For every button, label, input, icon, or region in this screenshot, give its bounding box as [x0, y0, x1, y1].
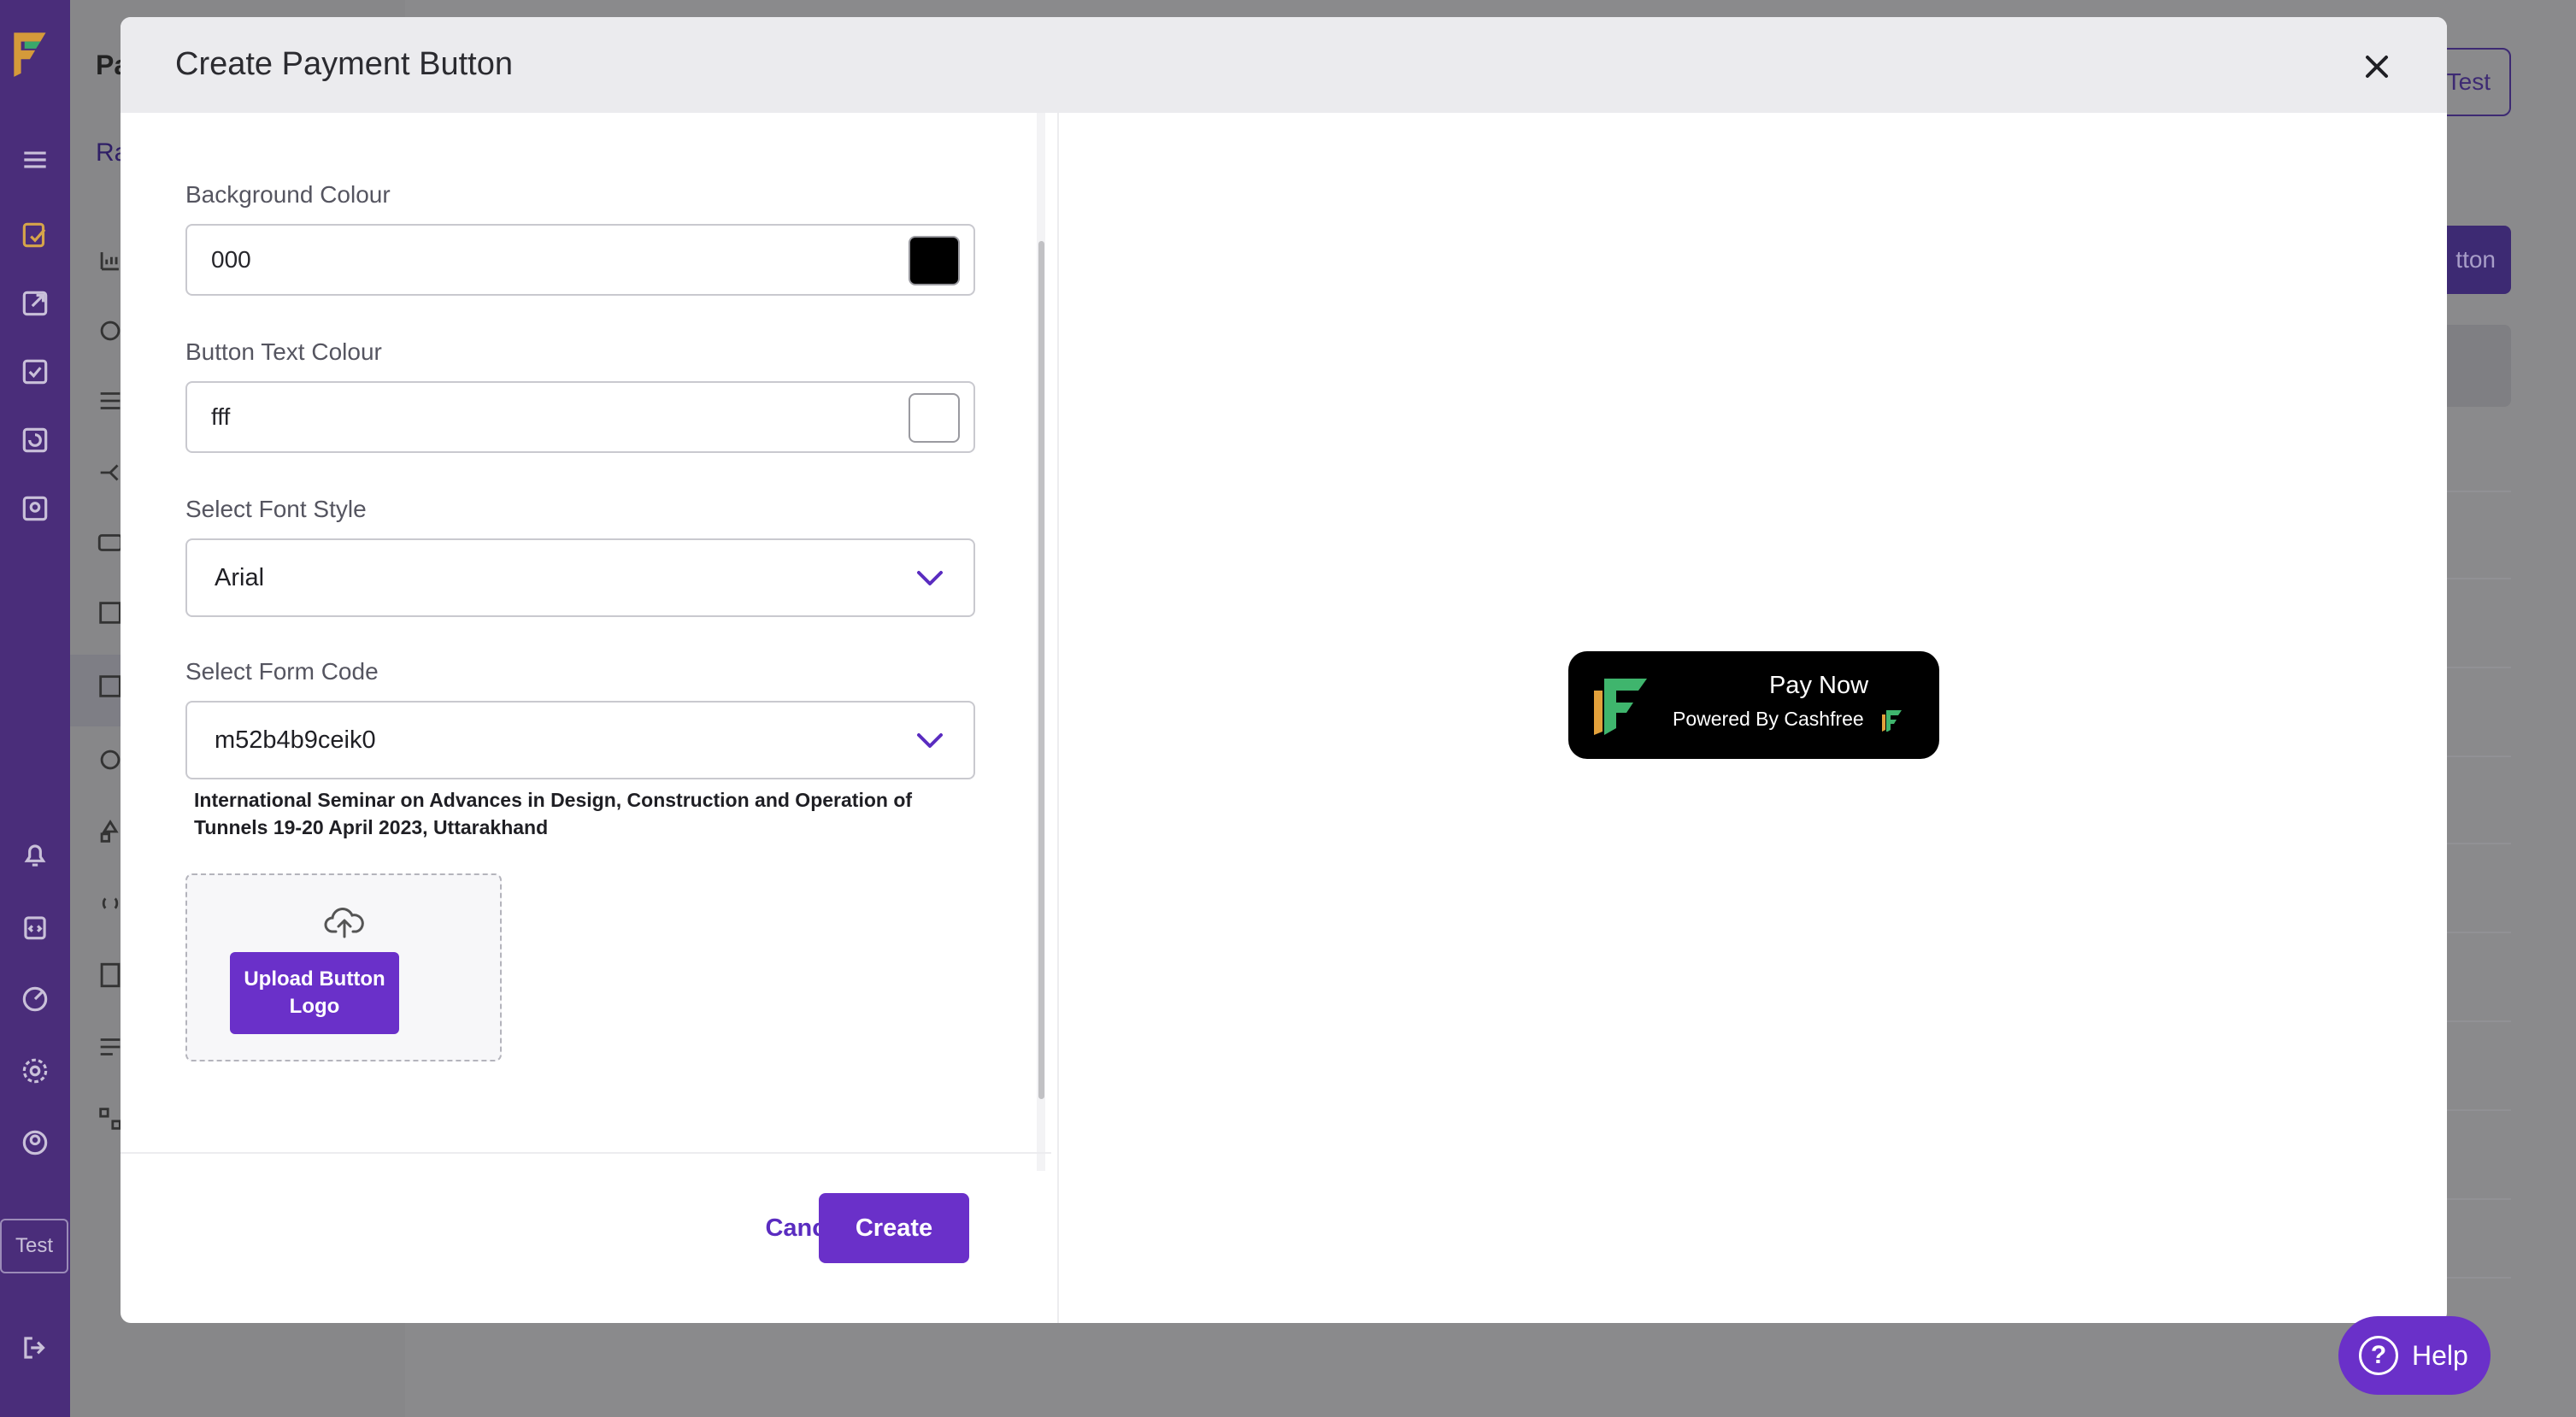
- help-button[interactable]: ? Help: [2338, 1316, 2491, 1395]
- logo-upload-zone[interactable]: Upload Button Logo: [185, 873, 502, 1061]
- background-colour-input[interactable]: 000: [185, 224, 975, 296]
- help-label: Help: [2412, 1339, 2468, 1371]
- font-style-select[interactable]: Arial: [185, 538, 975, 617]
- footer-divider: [121, 1152, 1051, 1154]
- payment-links-icon[interactable]: [17, 285, 53, 321]
- left-rail: Test: [0, 0, 70, 1417]
- font-style-value: Arial: [215, 564, 265, 591]
- form-code-label: Select Form Code: [185, 658, 379, 685]
- button-text-colour-value: fff: [211, 403, 231, 430]
- background-colour-swatch[interactable]: [909, 236, 960, 285]
- form-code-value: m52b4b9ceik0: [215, 726, 376, 754]
- close-icon: [2366, 56, 2388, 78]
- button-text-colour-label: Button Text Colour: [185, 338, 382, 365]
- pane-divider: [1057, 113, 1059, 1323]
- account-icon[interactable]: [17, 1125, 53, 1161]
- close-button[interactable]: [2358, 48, 2396, 85]
- bell-icon[interactable]: [17, 838, 53, 873]
- chevron-down-icon: [917, 571, 943, 585]
- form-code-description: International Seminar on Advances in Des…: [194, 789, 913, 838]
- form-code-select[interactable]: m52b4b9ceik0: [185, 701, 975, 779]
- font-style-label: Select Font Style: [185, 496, 367, 522]
- button-text-colour-swatch[interactable]: [909, 393, 960, 443]
- preview-subtitle: Powered By Cashfree: [1673, 708, 1864, 730]
- cashfree-mini-logo: [1882, 710, 1902, 732]
- form-scroll-area[interactable]: Background Colour 000 Button Text Colour…: [121, 113, 1051, 1171]
- analytics-icon[interactable]: [17, 981, 53, 1017]
- scrollbar-thumb[interactable]: [1038, 241, 1044, 1099]
- preview-title: Pay Now: [1768, 672, 1869, 699]
- test-mode-toggle[interactable]: Test: [0, 1219, 68, 1273]
- modal-title: Create Payment Button: [175, 46, 513, 82]
- cashfree-logo: [14, 32, 46, 77]
- pay-now-preview[interactable]: Pay Now Powered By Cashfree: [1568, 651, 1939, 759]
- verification-icon[interactable]: [17, 354, 53, 390]
- cloud-upload-icon: [324, 908, 364, 938]
- menu-icon[interactable]: [17, 142, 53, 178]
- gear-icon[interactable]: [17, 1053, 53, 1089]
- chevron-down-icon: [917, 733, 943, 748]
- question-icon: ?: [2359, 1336, 2398, 1375]
- button-text-colour-input[interactable]: fff: [185, 381, 975, 453]
- background-colour-value: 000: [211, 246, 251, 273]
- background-colour-label: Background Colour: [185, 181, 391, 208]
- create-button[interactable]: Create: [819, 1193, 969, 1263]
- cashfree-logo: [1594, 679, 1647, 735]
- modal-header: Create Payment Button: [121, 17, 2447, 113]
- developer-icon[interactable]: [17, 909, 53, 945]
- payment-forms-icon[interactable]: [17, 217, 53, 253]
- logout-icon[interactable]: [17, 1330, 53, 1366]
- customer-icon[interactable]: [17, 491, 53, 526]
- subscriptions-icon[interactable]: [17, 422, 53, 458]
- create-payment-button-modal: Create Payment Button Background Colour …: [121, 17, 2447, 1323]
- upload-button-logo[interactable]: Upload Button Logo: [230, 952, 399, 1034]
